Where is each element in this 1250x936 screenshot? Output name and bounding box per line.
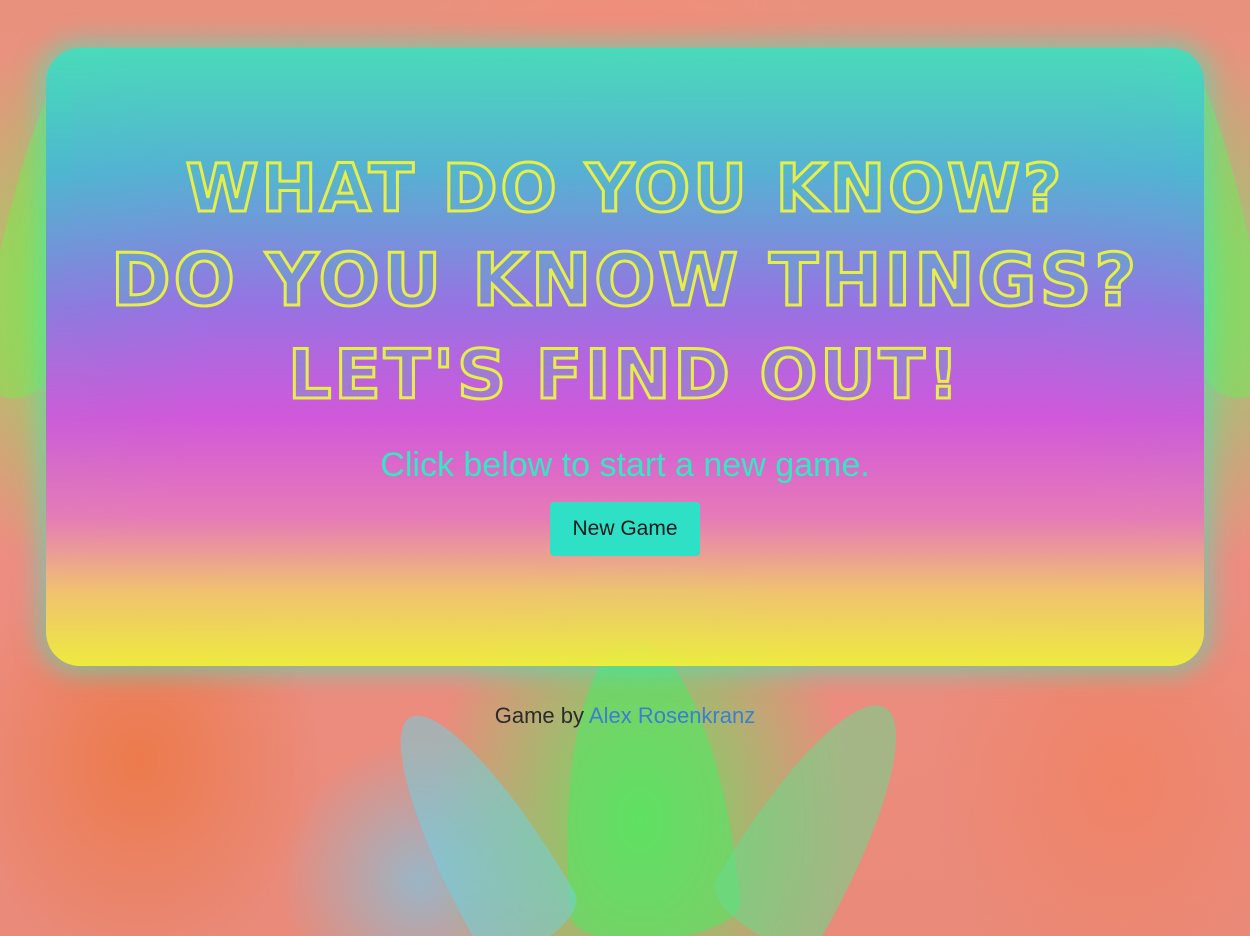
footer-credit: Game by Alex Rosenkranz (0, 703, 1250, 729)
background-leaf (547, 633, 743, 936)
headline-line-2: Do you know things? (109, 237, 1140, 324)
credit-prefix: Game by (494, 703, 585, 728)
headline-line-3: Let's find out! (287, 335, 962, 417)
start-instructions: Click below to start a new game. (380, 446, 870, 484)
hero-panel: What do you know? Do you know things? Le… (46, 48, 1204, 666)
new-game-button[interactable]: New Game (550, 502, 700, 556)
headline-line-1: What do you know? (184, 149, 1065, 229)
author-link[interactable]: Alex Rosenkranz (589, 703, 755, 728)
